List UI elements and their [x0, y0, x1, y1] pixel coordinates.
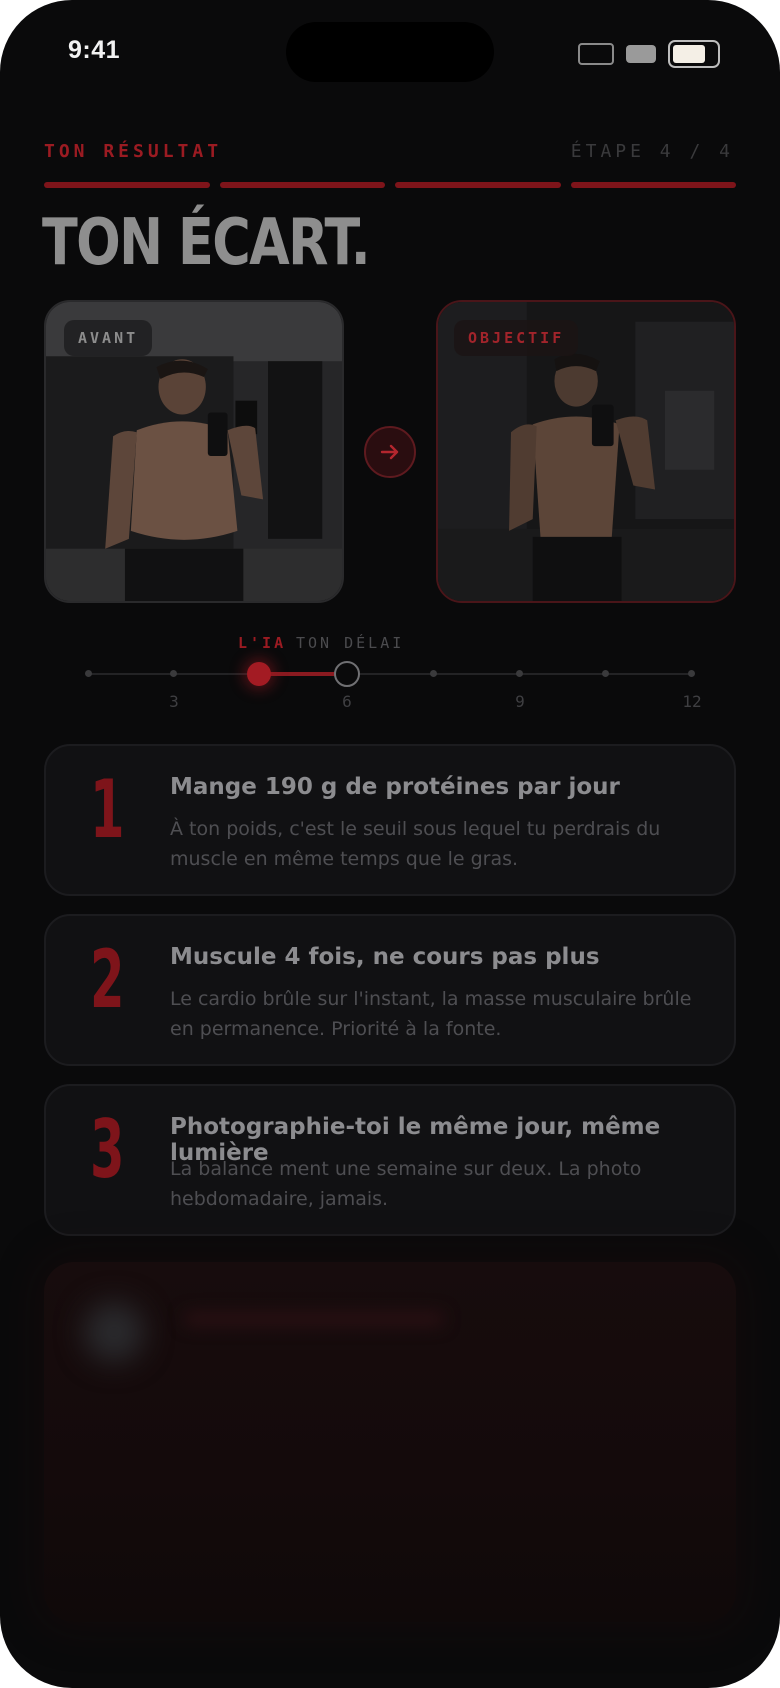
- step-label: TON RÉSULTAT: [44, 141, 223, 162]
- page-title: TON ÉCART.: [42, 206, 371, 280]
- tip-description: Le cardio brûle sur l'instant, la masse …: [170, 988, 692, 1040]
- tip-title: Muscule 4 fois, ne cours pas plus: [170, 944, 600, 970]
- tip-card: 3 Photographie-toi le même jour, même lu…: [44, 1084, 736, 1236]
- your-timeline-label: TON DÉLAI: [296, 634, 405, 652]
- dynamic-island: [286, 22, 494, 82]
- signal-icon: [578, 43, 614, 65]
- timeline-tick-label: 12: [682, 692, 702, 711]
- timeline-tick-label: 9: [515, 692, 525, 711]
- tip-title: Mange 190 g de protéines par jour: [170, 774, 620, 800]
- before-label: AVANT: [64, 320, 153, 356]
- wifi-icon: [626, 45, 656, 63]
- timeline-dot: [170, 670, 177, 677]
- tip-description: À ton poids, c'est le seuil sous lequel …: [170, 818, 661, 870]
- timeline-dot: [85, 670, 92, 677]
- ai-timeline-label: L'IA: [238, 634, 287, 652]
- timeline-dot: [602, 670, 609, 677]
- timeline-tick-label: 3: [169, 692, 179, 711]
- step-counter: ÉTAPE 4 / 4: [570, 141, 734, 162]
- tip-number: 2: [90, 933, 125, 1026]
- timeline-dot: [688, 670, 695, 677]
- battery-icon: [668, 40, 720, 68]
- timeline-dot: [430, 670, 437, 677]
- progress-segment: [395, 182, 561, 188]
- goal-label: OBJECTIF: [454, 320, 579, 356]
- tip-number: 3: [90, 1103, 125, 1196]
- tip-number: 1: [90, 763, 125, 856]
- blurred-avatar: [84, 1302, 144, 1362]
- ai-timeline-marker: [247, 662, 271, 686]
- arrow-right-icon: [364, 426, 416, 478]
- tip-description: La balance ment une semaine sur deux. La…: [170, 1158, 642, 1210]
- timeline-dot: [516, 670, 523, 677]
- blurred-text: [184, 1312, 444, 1326]
- progress-segment: [219, 182, 385, 188]
- progress-segment: [570, 182, 736, 188]
- tip-card: 2 Muscule 4 fois, ne cours pas plus Le c…: [44, 914, 736, 1066]
- before-photo[interactable]: AVANT: [44, 300, 344, 603]
- your-timeline-handle[interactable]: [334, 661, 360, 687]
- blurred-locked-panel: [44, 1262, 736, 1622]
- tip-card: 1 Mange 190 g de protéines par jour À to…: [44, 744, 736, 896]
- progress-bar: [44, 182, 736, 188]
- progress-segment: [44, 182, 210, 188]
- status-time: 9:41: [68, 36, 121, 64]
- status-icons: [578, 40, 720, 68]
- goal-photo[interactable]: OBJECTIF: [436, 300, 736, 603]
- phone-screen: 9:41 TON RÉSULTAT ÉTAPE 4 / 4 TON ÉCART.: [0, 0, 780, 1688]
- timeline-tick-label: 6: [342, 692, 352, 711]
